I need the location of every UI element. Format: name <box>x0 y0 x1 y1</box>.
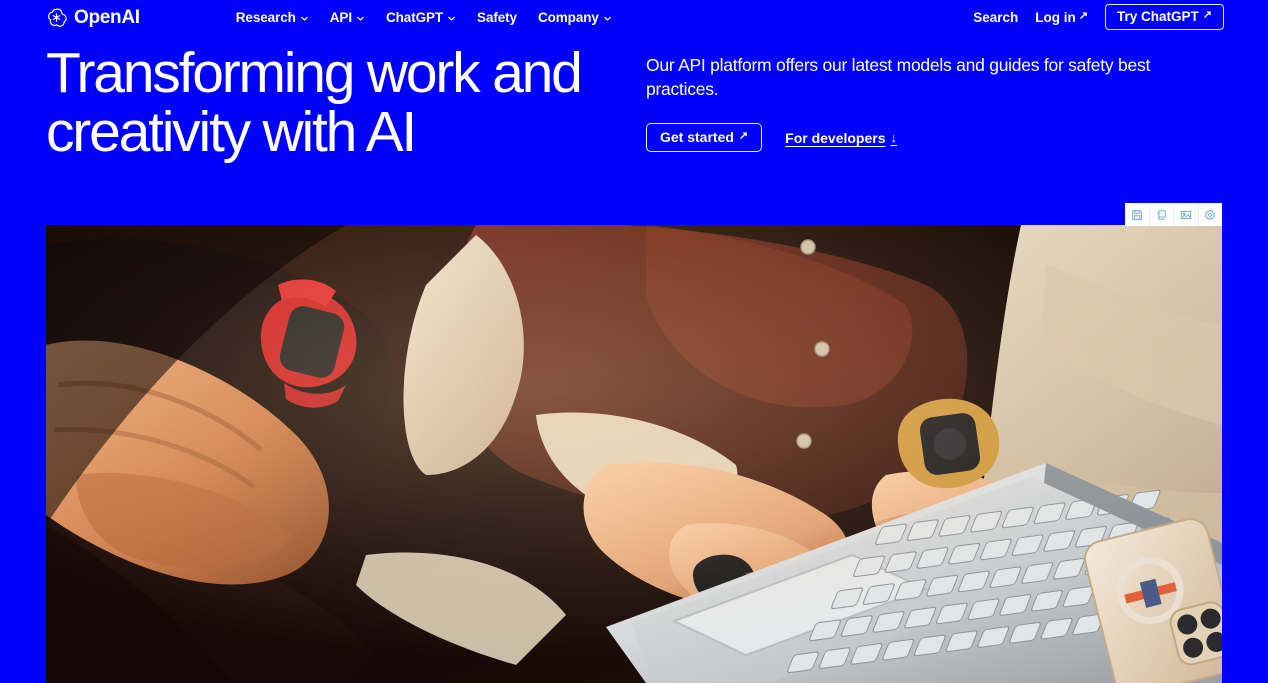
hero-subtitle: Our API platform offers our latest model… <box>646 55 1151 99</box>
hero-right-column: Our API platform offers our latest model… <box>646 44 1231 153</box>
nav-item-research[interactable]: Research <box>236 10 309 25</box>
openai-logo-icon <box>46 7 67 28</box>
search-button[interactable]: Search <box>973 10 1018 25</box>
nav-secondary-items: Search Log in ↗ Try ChatGPT ↗ <box>973 3 1224 31</box>
for-developers-link[interactable]: For developers ↓ <box>785 130 897 146</box>
save-icon-button[interactable] <box>1125 203 1150 226</box>
page-title: Transforming work and creativity with AI <box>46 41 583 164</box>
get-started-button[interactable]: Get started ↗ <box>646 123 763 153</box>
arrow-up-right-icon: ↗ <box>1202 9 1212 21</box>
chevron-down-icon <box>356 14 365 23</box>
for-developers-label: For developers <box>785 129 886 146</box>
try-chatgpt-button[interactable]: Try ChatGPT ↗ <box>1105 3 1224 31</box>
nav-item-company[interactable]: Company <box>538 10 612 25</box>
image-icon-button[interactable] <box>1174 203 1199 226</box>
arrow-up-right-icon: ↗ <box>738 129 749 142</box>
brand-name: OpenAI <box>74 6 140 28</box>
nav-item-safety[interactable]: Safety <box>477 10 517 25</box>
nav-item-api-label: API <box>329 9 352 25</box>
page-root: OpenAI Research API ChatGPT Safety Compa… <box>0 0 1268 683</box>
nav-primary-items: Research API ChatGPT Safety Company <box>236 10 612 25</box>
chevron-down-icon <box>300 14 309 23</box>
login-link[interactable]: Log in ↗ <box>1035 10 1088 25</box>
nav-item-chatgpt-label: ChatGPT <box>385 9 444 25</box>
search-label: Search <box>973 9 1019 25</box>
settings-gear-icon <box>1204 209 1216 221</box>
image-toolbar <box>1125 203 1222 226</box>
main-navigation: OpenAI Research API ChatGPT Safety Compa… <box>0 0 1268 34</box>
nav-item-chatgpt[interactable]: ChatGPT <box>386 10 456 25</box>
hero-section: Transforming work and creativity with AI… <box>0 41 1268 164</box>
copy-icon <box>1155 209 1167 221</box>
image-icon <box>1180 209 1192 221</box>
chevron-down-icon <box>603 14 612 23</box>
brand-home-link[interactable]: OpenAI <box>46 7 140 28</box>
nav-item-research-label: Research <box>235 9 296 25</box>
nav-item-api[interactable]: API <box>330 10 365 25</box>
get-started-label: Get started <box>660 129 734 146</box>
try-chatgpt-label: Try ChatGPT <box>1117 8 1199 24</box>
nav-item-safety-label: Safety <box>477 9 517 25</box>
arrow-down-icon: ↓ <box>890 130 898 146</box>
chevron-down-icon <box>447 14 456 23</box>
settings-gear-icon-button[interactable] <box>1198 203 1222 226</box>
login-label: Log in <box>1035 9 1076 25</box>
hero-action-row: Get started ↗ For developers ↓ <box>646 123 1231 153</box>
nav-item-company-label: Company <box>537 9 599 25</box>
save-icon <box>1131 209 1143 221</box>
hero-photo <box>46 225 1222 683</box>
copy-icon-button[interactable] <box>1149 203 1174 226</box>
hero-left-column: Transforming work and creativity with AI <box>46 41 646 164</box>
arrow-up-right-icon: ↗ <box>1078 9 1089 22</box>
